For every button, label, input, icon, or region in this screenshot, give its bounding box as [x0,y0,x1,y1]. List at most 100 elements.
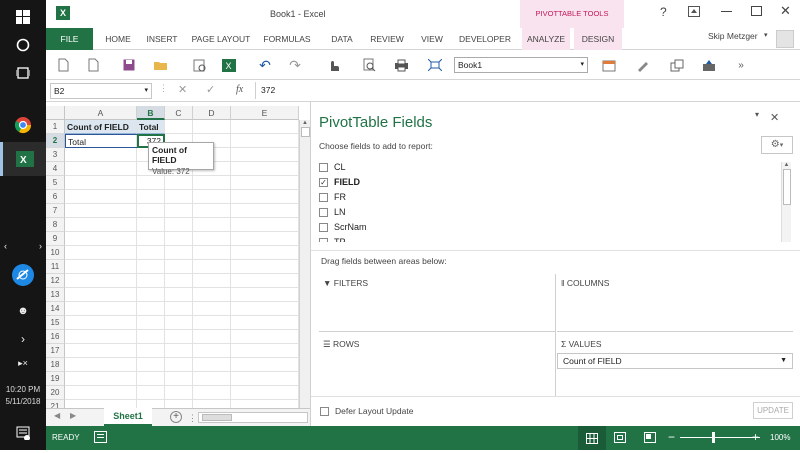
grid-cell[interactable] [65,162,137,176]
scroll-up-icon[interactable]: ▲ [300,120,310,126]
grid-cell[interactable] [231,176,299,190]
zoom-slider-thumb[interactable] [712,432,715,443]
column-header-d[interactable]: D [193,106,231,120]
row-header-10[interactable]: 10 [46,246,65,260]
defer-layout-checkbox[interactable] [320,407,329,417]
column-header-c[interactable]: C [165,106,193,120]
zoom-in-button[interactable]: + [752,430,759,444]
task-view-icon[interactable] [0,56,46,90]
grid-cell[interactable] [193,344,231,358]
grid-cell[interactable] [231,400,299,408]
ribbon-display-icon[interactable] [688,6,700,17]
row-header-4[interactable]: 4 [46,162,65,176]
field-item-fr[interactable]: FR [319,192,346,203]
grid-cell[interactable] [231,218,299,232]
scroll-up-icon[interactable]: ▲ [782,162,791,168]
grid-cell[interactable] [231,246,299,260]
grid-cell[interactable] [137,372,165,386]
help-button[interactable]: ? [660,5,667,19]
grid-cell[interactable] [193,120,231,134]
tab-file[interactable]: FILE [46,28,93,50]
zoom-level[interactable]: 100% [770,433,790,442]
tab-review[interactable]: REVIEW [366,28,408,50]
excel-app-icon[interactable]: X [56,6,70,20]
row-header-19[interactable]: 19 [46,372,65,386]
values-field-item[interactable]: Count of FIELD ▼ [557,353,793,369]
user-name[interactable]: Skip Metzger [708,31,758,41]
print-preview-icon[interactable] [188,54,210,76]
grid-cell[interactable] [193,246,231,260]
field-checkbox-scrnam[interactable] [319,223,328,233]
cell-a2[interactable]: Total [65,134,137,148]
sheet-scroll-left-icon[interactable]: ◀ [54,411,60,420]
row-header-14[interactable]: 14 [46,302,65,316]
grid-cell[interactable] [165,316,193,330]
share-icon[interactable] [698,54,720,76]
cell-b1[interactable]: Total [137,120,165,134]
grid-cell[interactable] [193,372,231,386]
vertical-scrollbar[interactable]: ▲ [299,120,310,408]
grid-cell[interactable] [193,316,231,330]
row-header-3[interactable]: 3 [46,148,65,162]
tab-formulas[interactable]: FORMULAS [262,28,312,50]
field-item-scrnam[interactable]: ScrNam [319,222,367,233]
row-header-9[interactable]: 9 [46,232,65,246]
action-center-icon[interactable] [0,416,46,450]
row-header-16[interactable]: 16 [46,330,65,344]
grid-cell[interactable] [65,260,137,274]
close-window-button[interactable]: ✕ [780,3,791,19]
grid-cell[interactable] [231,134,299,148]
column-header-e[interactable]: E [231,106,299,120]
grid-cell[interactable] [65,232,137,246]
grid-cell[interactable] [193,386,231,400]
grid-cell[interactable] [137,400,165,408]
grid-cell[interactable] [137,302,165,316]
minimize-button[interactable] [721,11,732,12]
touch-mode-icon[interactable] [322,54,344,76]
row-header-15[interactable]: 15 [46,316,65,330]
row-header-1[interactable]: 1 [46,120,65,134]
grid-cell[interactable] [65,176,137,190]
grid-cell[interactable] [193,288,231,302]
more-commands-icon[interactable]: » [730,54,752,76]
grid-cell[interactable] [231,316,299,330]
scroll-thumb[interactable] [300,127,310,137]
grid-cell[interactable] [193,204,231,218]
grid-cell[interactable] [165,302,193,316]
taskbar-date[interactable]: 5/11/2018 [0,396,46,407]
tab-view[interactable]: VIEW [416,28,448,50]
page-break-view-icon[interactable] [644,432,656,443]
grid-cell[interactable] [137,386,165,400]
grid-cell[interactable] [137,176,165,190]
grid-cell[interactable] [65,302,137,316]
row-header-21[interactable]: 21 [46,400,65,408]
tools-gear-button[interactable]: ⚙▾ [761,136,793,154]
grid-cell[interactable] [165,176,193,190]
field-checkbox-ln[interactable] [319,208,328,218]
grid-cell[interactable] [137,344,165,358]
save-icon[interactable] [118,54,140,76]
filters-drop-zone[interactable] [319,274,555,332]
insert-function-button[interactable]: fx [236,84,243,95]
name-box[interactable]: B2 ▾ [50,83,152,99]
field-checkbox-field[interactable]: ✓ [319,178,328,188]
print-icon[interactable] [390,54,412,76]
column-header-a[interactable]: A [65,106,137,120]
grid-cell[interactable] [231,190,299,204]
grid-cell[interactable] [137,330,165,344]
sheet-copy-icon[interactable] [666,54,688,76]
tab-home[interactable]: HOME [98,28,138,50]
pane-options-icon[interactable]: ▾ [755,110,759,119]
grid-cell[interactable] [165,218,193,232]
grid-cell[interactable] [231,330,299,344]
page-layout-view-icon[interactable] [614,432,626,443]
row-header-11[interactable]: 11 [46,260,65,274]
cell-a1[interactable]: Count of FIELD [65,120,137,134]
find-icon[interactable] [358,54,380,76]
workbook-select[interactable]: Book1 ▾ [454,57,588,73]
grid-cell[interactable] [165,358,193,372]
grid-cell[interactable] [193,358,231,372]
grid-cell[interactable] [193,232,231,246]
grid-cell[interactable] [165,204,193,218]
tutorial-app-icon[interactable] [0,258,46,292]
